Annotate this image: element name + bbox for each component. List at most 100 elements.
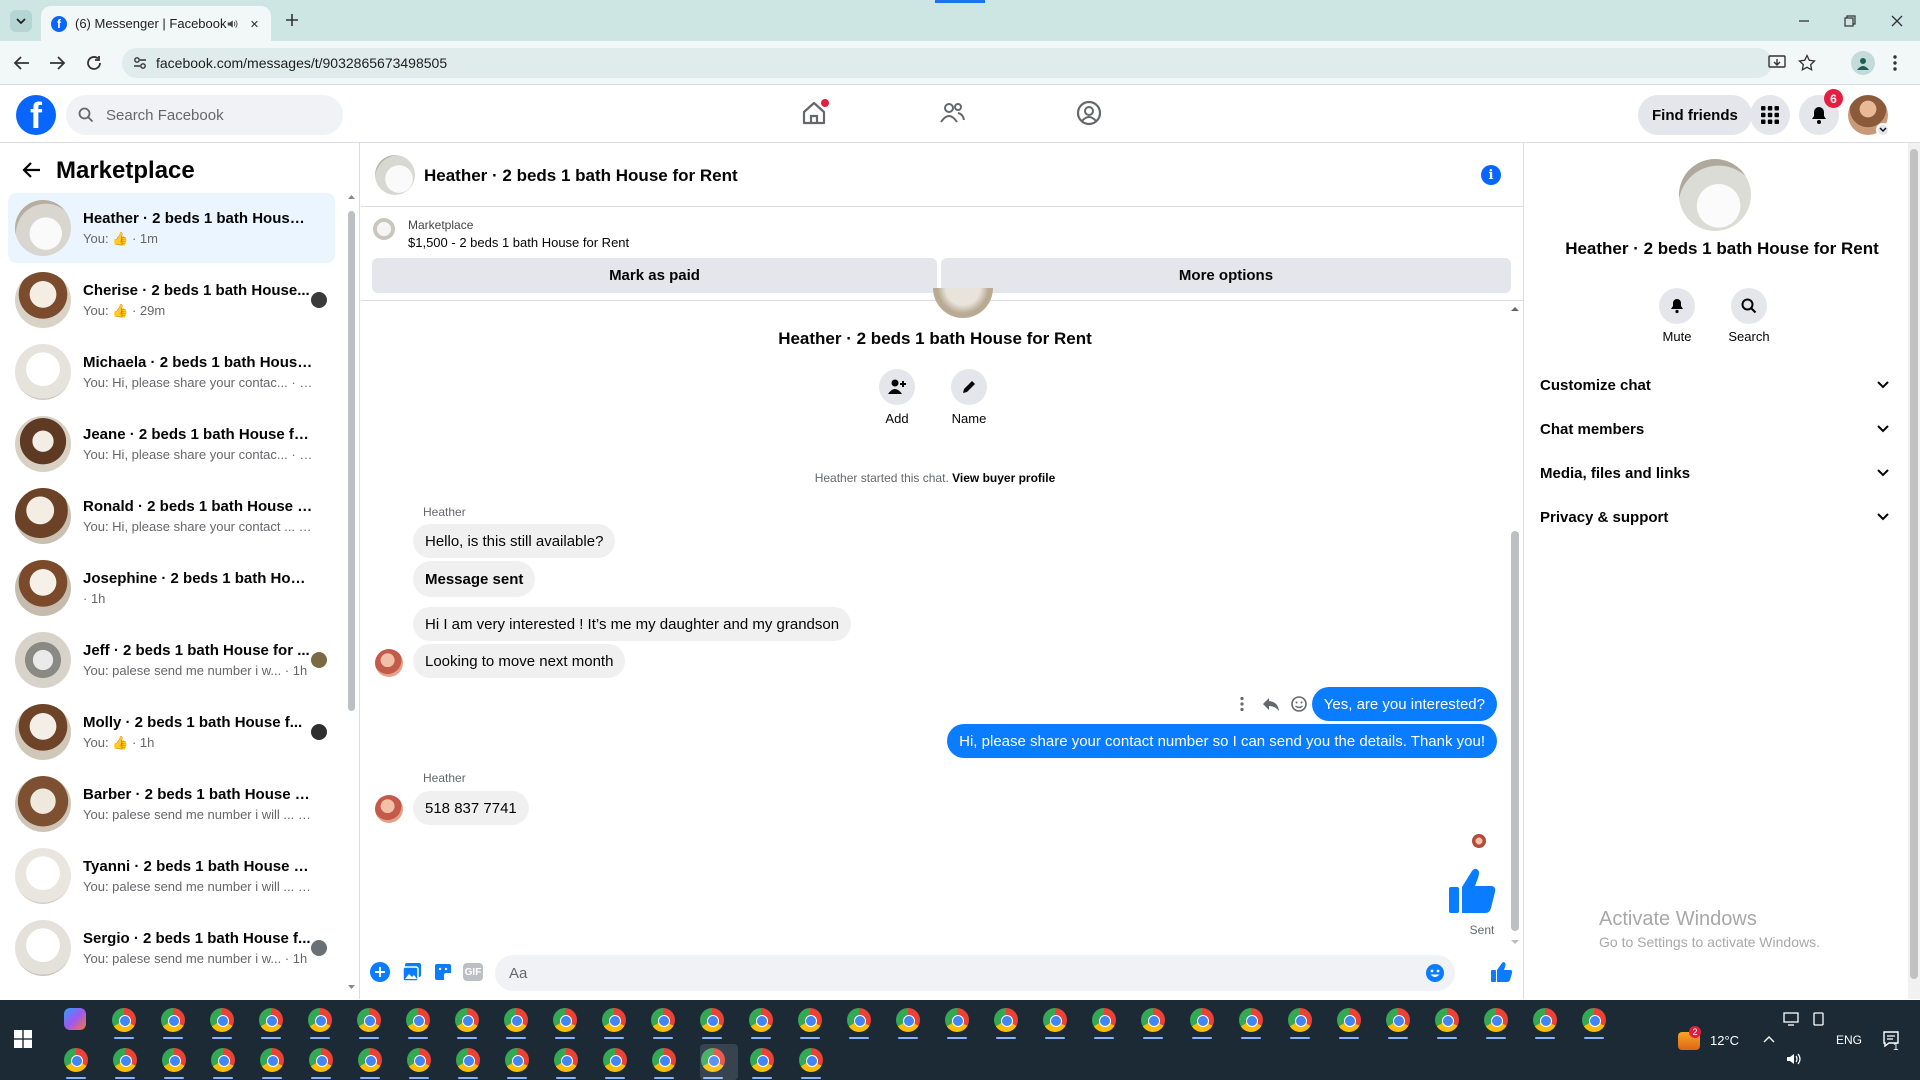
chat-members-section[interactable]: Chat members <box>1540 411 1890 447</box>
plus-icon[interactable] <box>370 962 390 982</box>
menu-button[interactable] <box>1750 95 1790 135</box>
left-scrollbar[interactable] <box>347 193 356 993</box>
chrome-icon[interactable] <box>456 1048 480 1072</box>
search-chat-button[interactable] <box>1731 288 1767 324</box>
find-friends-button[interactable]: Find friends <box>1638 95 1752 135</box>
chrome-icon[interactable] <box>603 1048 627 1072</box>
weather-temp[interactable]: 12°C <box>1710 1033 1739 1048</box>
chrome-icon[interactable] <box>847 1008 871 1032</box>
privacy-support-section[interactable]: Privacy & support <box>1540 499 1890 535</box>
chrome-icon[interactable] <box>1288 1008 1312 1032</box>
windows-start-icon[interactable] <box>14 1030 32 1048</box>
message-bubble-in[interactable]: Hello, is this still available? <box>413 524 616 558</box>
reload-icon[interactable] <box>85 54 103 72</box>
tray-chevron-up-icon[interactable] <box>1763 1035 1775 1043</box>
chrome-icon[interactable] <box>553 1008 577 1032</box>
restore-icon[interactable] <box>1843 14 1857 28</box>
chrome-icon[interactable] <box>357 1008 381 1032</box>
conversation-item[interactable]: Sergio · 2 beds 1 bath House f... You: pa… <box>8 913 335 983</box>
forward-arrow-icon[interactable] <box>48 55 66 71</box>
chrome-icon[interactable] <box>700 1008 724 1032</box>
copilot-icon[interactable] <box>64 1008 86 1030</box>
info-icon[interactable]: i <box>1481 165 1501 185</box>
new-tab-icon[interactable] <box>284 12 300 28</box>
chrome-icon[interactable] <box>259 1008 283 1032</box>
message-bubble-in[interactable]: 518 837 7741 <box>413 791 529 825</box>
chrome-icon[interactable] <box>945 1008 969 1032</box>
conversation-item[interactable]: Jeff · 2 beds 1 bath House for ... You: p… <box>8 625 335 695</box>
conversation-item[interactable]: Cherise · 2 beds 1 bath House... You: 👍 ·… <box>8 265 335 335</box>
close-window-icon[interactable] <box>1890 14 1904 28</box>
chrome-icon[interactable] <box>161 1008 185 1032</box>
chrome-icon[interactable] <box>1582 1008 1606 1032</box>
details-avatar[interactable] <box>1679 159 1751 231</box>
chrome-icon[interactable] <box>406 1008 430 1032</box>
chrome-icon[interactable] <box>1435 1008 1459 1032</box>
conversation-item[interactable]: Heather · 2 beds 1 bath House f... You: 👍… <box>8 193 335 263</box>
chrome-icon[interactable] <box>1337 1008 1361 1032</box>
more-actions-icon[interactable] <box>1239 696 1245 712</box>
chrome-icon[interactable] <box>554 1048 578 1072</box>
mute-button[interactable] <box>1659 288 1695 324</box>
add-member-button[interactable] <box>879 369 915 405</box>
message-bubble-out[interactable]: Yes, are you interested? <box>1311 687 1497 721</box>
volume-icon[interactable] <box>1786 1052 1802 1066</box>
close-tab-icon[interactable] <box>248 15 261 33</box>
chrome-icon[interactable] <box>211 1048 235 1072</box>
chrome-icon[interactable] <box>309 1048 333 1072</box>
chrome-icon[interactable] <box>652 1048 676 1072</box>
conversation-item[interactable]: Ronald · 2 beds 1 bath House fo... You: H… <box>8 481 335 551</box>
browser-menu-icon[interactable] <box>1892 54 1898 72</box>
mark-as-paid-button[interactable]: Mark as paid <box>372 258 937 293</box>
customize-chat-section[interactable]: Customize chat <box>1540 367 1890 403</box>
conversation-item[interactable]: Tyanni · 2 beds 1 bath House for... You: … <box>8 841 335 911</box>
sender-avatar[interactable] <box>375 649 403 677</box>
profile-icon[interactable] <box>1851 51 1875 75</box>
chrome-icon[interactable] <box>455 1008 479 1032</box>
sender-avatar[interactable] <box>375 795 403 823</box>
facebook-logo-icon[interactable]: f <box>16 95 56 135</box>
site-info-icon[interactable] <box>132 55 148 71</box>
chat-title[interactable]: Heather · 2 beds 1 bath House for Rent <box>424 166 738 186</box>
chrome-icon[interactable] <box>1043 1008 1067 1032</box>
photo-icon[interactable] <box>402 962 422 982</box>
chrome-icon[interactable] <box>750 1048 774 1072</box>
browser-tab[interactable]: f (6) Messenger | Facebook <box>41 6 271 41</box>
chrome-icon[interactable] <box>1190 1008 1214 1032</box>
message-bubble-in[interactable]: Looking to move next month <box>413 644 626 678</box>
groups-nav-button[interactable] <box>1075 99 1103 127</box>
chrome-icon[interactable] <box>798 1008 822 1032</box>
chrome-icon[interactable] <box>994 1008 1018 1032</box>
chrome-icon[interactable] <box>1484 1008 1508 1032</box>
chrome-icon[interactable] <box>1092 1008 1116 1032</box>
chrome-icon[interactable] <box>504 1008 528 1032</box>
chrome-icon[interactable] <box>260 1048 284 1072</box>
conversation-item[interactable]: Josephine · 2 beds 1 bath House... · 1h <box>8 553 335 623</box>
address-bar[interactable]: facebook.com/messages/t/9032865673498505 <box>122 48 1816 78</box>
reply-icon[interactable] <box>1262 696 1280 712</box>
chrome-icon[interactable] <box>602 1008 626 1032</box>
chrome-icon[interactable] <box>113 1048 137 1072</box>
back-arrow-icon[interactable] <box>13 55 31 71</box>
message-input[interactable]: Aa <box>495 955 1455 991</box>
chrome-icon[interactable] <box>162 1048 186 1072</box>
minimize-icon[interactable] <box>1797 14 1811 28</box>
chrome-icon[interactable] <box>308 1008 332 1032</box>
conversation-item[interactable]: Molly · 2 beds 1 bath House f... You: 👍 ·… <box>8 697 335 767</box>
listing-thumbnail[interactable] <box>373 218 395 240</box>
react-emoji-icon[interactable] <box>1290 695 1308 713</box>
gif-icon[interactable]: GIF <box>463 963 483 981</box>
thumbs-up-sticker-icon[interactable] <box>1447 865 1499 915</box>
network-icon[interactable] <box>1783 1012 1801 1026</box>
chrome-icon[interactable] <box>896 1008 920 1032</box>
language-indicator[interactable]: ENG <box>1836 1033 1862 1047</box>
conversation-item[interactable]: Michaela · 2 beds 1 bath House ... You: H… <box>8 337 335 407</box>
message-bubble-out[interactable]: Hi, please share your contact number so … <box>947 724 1497 758</box>
view-buyer-profile-link[interactable]: View buyer profile <box>952 471 1055 485</box>
name-chat-button[interactable] <box>951 369 987 405</box>
message-bubble-in[interactable]: Message sent <box>413 561 536 597</box>
home-nav-button[interactable] <box>800 99 830 129</box>
more-options-button[interactable]: More options <box>941 258 1511 293</box>
chrome-icon[interactable] <box>651 1008 675 1032</box>
chrome-icon[interactable] <box>749 1008 773 1032</box>
